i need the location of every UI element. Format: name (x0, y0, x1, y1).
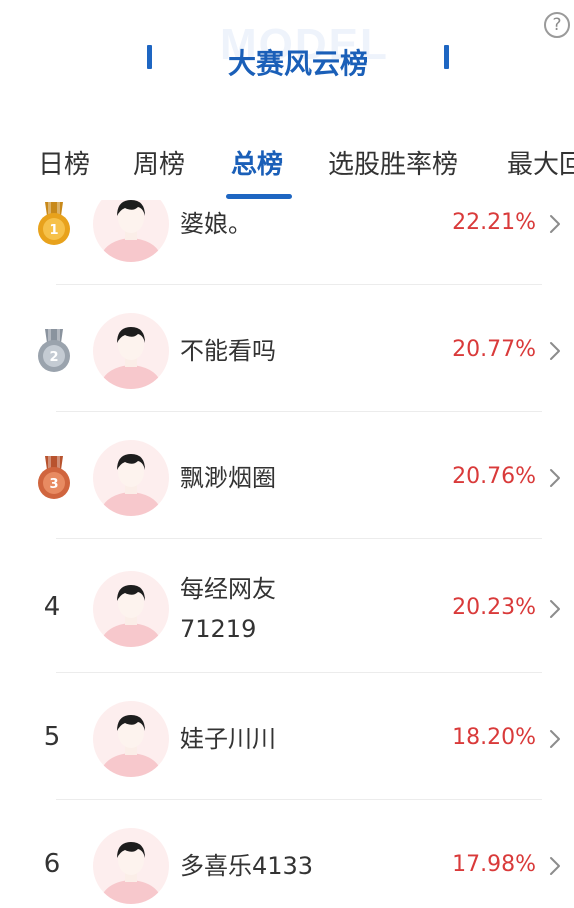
return-percent: 22.21% (452, 210, 536, 235)
medal-rank-number: 1 (49, 223, 58, 238)
username-line: 娃子川川 (180, 725, 276, 753)
username: 多喜乐4133 (180, 846, 313, 886)
title-right-bar (444, 45, 449, 69)
username: 娃子川川 (180, 719, 276, 759)
chevron-right-icon[interactable] (548, 467, 562, 489)
avatar (93, 313, 169, 389)
medal-rank-number: 2 (49, 350, 58, 365)
tab-daily[interactable]: 日榜 (38, 144, 90, 181)
return-percent: 18.20% (452, 725, 536, 750)
page-title: 大赛风云榜 (227, 47, 368, 80)
bronze-medal-icon: 3 (34, 456, 74, 500)
chevron-right-icon[interactable] (548, 598, 562, 620)
rank-number: 6 (43, 849, 61, 879)
avatar (93, 828, 169, 904)
username: 婆娘。 (180, 204, 252, 244)
row-divider (56, 672, 542, 673)
gold-medal-icon: 1 (34, 202, 74, 246)
return-percent: 17.98% (452, 852, 536, 877)
username-line: 不能看吗 (180, 337, 276, 365)
tab-bar: 日榜 周榜 总榜 选股胜率榜 最大回 (0, 130, 574, 200)
tab-max-drawdown[interactable]: 最大回 (507, 144, 574, 181)
row-divider (56, 284, 542, 285)
chevron-right-icon[interactable] (548, 728, 562, 750)
ranking-row[interactable]: 3 飘渺烟圈 20.76% (0, 417, 574, 539)
username-line: 多喜乐4133 (180, 852, 314, 880)
avatar (93, 200, 169, 262)
ranking-row[interactable]: 2 不能看吗 20.77% (0, 290, 574, 412)
active-tab-indicator (226, 194, 292, 199)
username: 不能看吗 (180, 331, 276, 371)
silver-medal-icon: 2 (34, 329, 74, 373)
username-line: 71219 (180, 614, 257, 643)
ranking-row[interactable]: 6 多喜乐4133 17.98% (0, 805, 574, 908)
username: 飘渺烟圈 (180, 458, 276, 498)
avatar (93, 440, 169, 516)
chevron-right-icon[interactable] (548, 340, 562, 362)
chevron-right-icon[interactable] (548, 213, 562, 235)
return-percent: 20.76% (452, 464, 536, 489)
tab-stock-win-rate[interactable]: 选股胜率榜 (328, 144, 458, 181)
username: 每经网友 71219 (180, 569, 276, 649)
avatar (93, 570, 169, 647)
avatar (93, 701, 169, 777)
title-left-bar (147, 45, 152, 69)
username-line: 飘渺烟圈 (180, 464, 276, 492)
tab-overall[interactable]: 总榜 (231, 144, 283, 181)
ranking-list: 1 婆娘。 22.21% 2 不能看吗 20.77% 3 飘渺烟圈 20.76% 4 每经网友 712… (0, 200, 574, 908)
username-line: 婆娘。 (180, 210, 252, 238)
row-divider (56, 799, 542, 800)
help-icon[interactable]: ? (544, 12, 570, 38)
return-percent: 20.23% (452, 594, 536, 620)
medal-rank-number: 3 (49, 477, 58, 492)
username-line: 每经网友 (180, 574, 276, 603)
header: MODEL 大赛风云榜 ? (0, 0, 574, 120)
rank-number: 5 (43, 722, 61, 752)
chevron-right-icon[interactable] (548, 855, 562, 877)
row-divider (56, 411, 542, 412)
return-percent: 20.77% (452, 337, 536, 362)
rank-number: 4 (43, 591, 61, 622)
tab-weekly[interactable]: 周榜 (133, 144, 185, 181)
row-divider (56, 538, 542, 539)
ranking-row[interactable]: 4 每经网友 71219 20.23% (0, 544, 574, 673)
ranking-row[interactable]: 5 娃子川川 18.20% (0, 678, 574, 800)
ranking-row[interactable]: 1 婆娘。 22.21% (0, 200, 574, 285)
